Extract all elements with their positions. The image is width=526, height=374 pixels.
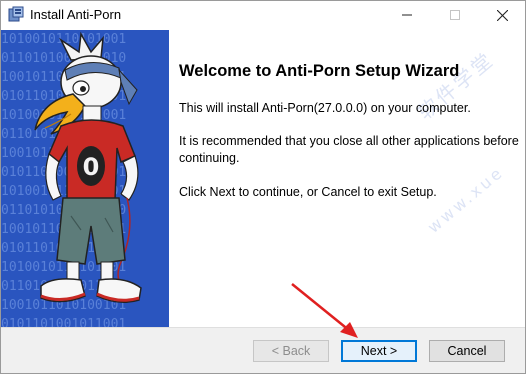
recommendation-text: It is recommended that you close all oth… bbox=[179, 134, 519, 165]
mascot-shirt-number: 0 bbox=[83, 153, 100, 181]
button-bar: < Back Next > Cancel bbox=[1, 327, 525, 373]
cancel-button[interactable]: Cancel bbox=[429, 340, 505, 362]
divider bbox=[1, 327, 525, 328]
instruction-text: Click Next to continue, or Cancel to exi… bbox=[179, 185, 437, 199]
wizard-content: 软件学堂 www.xue Welcome to Anti-Porn Setup … bbox=[169, 30, 525, 327]
wizard-banner: 1010010110101001 0110101001011010 100101… bbox=[1, 30, 169, 327]
minimize-button[interactable] bbox=[384, 1, 430, 29]
mascot-image: 0 bbox=[34, 31, 142, 303]
back-button: < Back bbox=[253, 340, 329, 362]
installer-icon bbox=[8, 6, 24, 22]
maximize-icon bbox=[450, 10, 460, 20]
next-button[interactable]: Next > bbox=[341, 340, 417, 362]
title-bar: Install Anti-Porn bbox=[1, 1, 525, 29]
installer-window: Install Anti-Porn 1010010110101001 01101… bbox=[0, 0, 526, 374]
close-icon bbox=[496, 9, 508, 21]
install-info-text: This will install Anti-Porn(27.0.0.0) on… bbox=[179, 101, 471, 115]
window-title: Install Anti-Porn bbox=[30, 7, 122, 22]
close-button[interactable] bbox=[479, 1, 525, 29]
page-title: Welcome to Anti-Porn Setup Wizard bbox=[179, 62, 460, 80]
maximize-button bbox=[432, 1, 478, 29]
minimize-icon bbox=[402, 14, 412, 16]
